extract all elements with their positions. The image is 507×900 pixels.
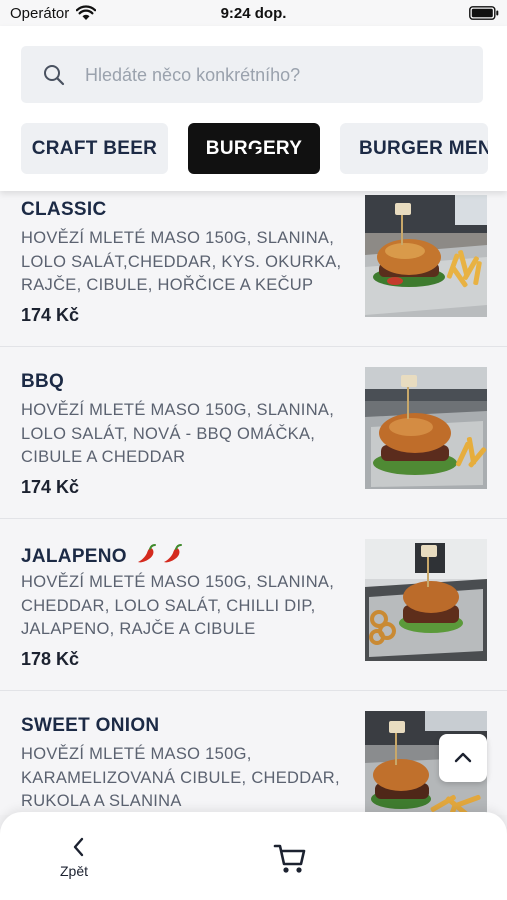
active-tab-indicator <box>246 149 260 156</box>
search-placeholder: Hledáte něco konkrétního? <box>85 65 301 85</box>
menu-item-jalapeno[interactable]: JALAPENO HOVĚZÍ MLETÉ MASO 150G, SLANINA… <box>0 519 507 691</box>
item-description: HOVĚZÍ MLETÉ MASO 150G, SLANINA, LOLO SA… <box>21 401 335 466</box>
chili-pepper-icon <box>164 544 183 563</box>
item-price: 174 Kč <box>21 305 80 325</box>
search-input[interactable]: Hledáte něco konkrétního? <box>21 46 483 103</box>
item-description: HOVĚZÍ MLETÉ MASO 150G, KARAMELIZOVANÁ C… <box>21 745 340 810</box>
tab-craft-beer[interactable]: CRAFT BEER <box>21 123 168 174</box>
cart-button[interactable] <box>272 840 312 880</box>
menu-item-sweet-onion[interactable]: SWEET ONION HOVĚZÍ MLETÉ MASO 150G, KARA… <box>0 691 507 815</box>
back-button[interactable]: Zpět <box>56 834 100 884</box>
burger-photo <box>365 195 487 317</box>
header: Hledáte něco konkrétního? CRAFT BEER BUR… <box>0 26 507 191</box>
item-price: 178 Kč <box>21 649 80 669</box>
battery-icon <box>469 6 499 20</box>
cart-icon <box>273 844 306 873</box>
burger-photo <box>365 367 487 489</box>
clock: 9:24 dop. <box>220 5 287 22</box>
item-description: HOVĚZÍ MLETÉ MASO 150G, SLANINA, CHEDDAR… <box>21 573 335 638</box>
chevron-up-icon <box>454 752 472 763</box>
back-label: Zpět <box>60 863 89 879</box>
burger-photo <box>365 539 487 661</box>
item-name-row: JALAPENO <box>21 543 184 568</box>
menu-item-classic[interactable]: CLASSIC HOVĚZÍ MLETÉ MASO 150G, SLANINA,… <box>0 175 507 347</box>
bottom-navigation: Zpět <box>0 812 507 900</box>
item-name: CLASSIC <box>21 199 107 220</box>
chili-pepper-icon <box>138 544 157 563</box>
item-name: BBQ <box>21 371 65 392</box>
search-icon <box>44 65 65 86</box>
status-bar: Operátor 9:24 dop. <box>0 0 507 26</box>
item-name: SWEET ONION <box>21 715 160 736</box>
item-name: JALAPENO <box>21 546 127 567</box>
chevron-left-icon <box>73 837 84 857</box>
menu-list: CLASSIC HOVĚZÍ MLETÉ MASO 150G, SLANINA,… <box>0 175 507 815</box>
item-price: 174 Kč <box>21 477 80 497</box>
tab-burger-menu[interactable]: BURGER MENU <box>340 123 488 174</box>
scroll-to-top-button[interactable] <box>439 734 487 782</box>
menu-item-bbq[interactable]: BBQ HOVĚZÍ MLETÉ MASO 150G, SLANINA, LOL… <box>0 347 507 519</box>
item-description: HOVĚZÍ MLETÉ MASO 150G, SLANINA, LOLO SA… <box>21 229 342 294</box>
